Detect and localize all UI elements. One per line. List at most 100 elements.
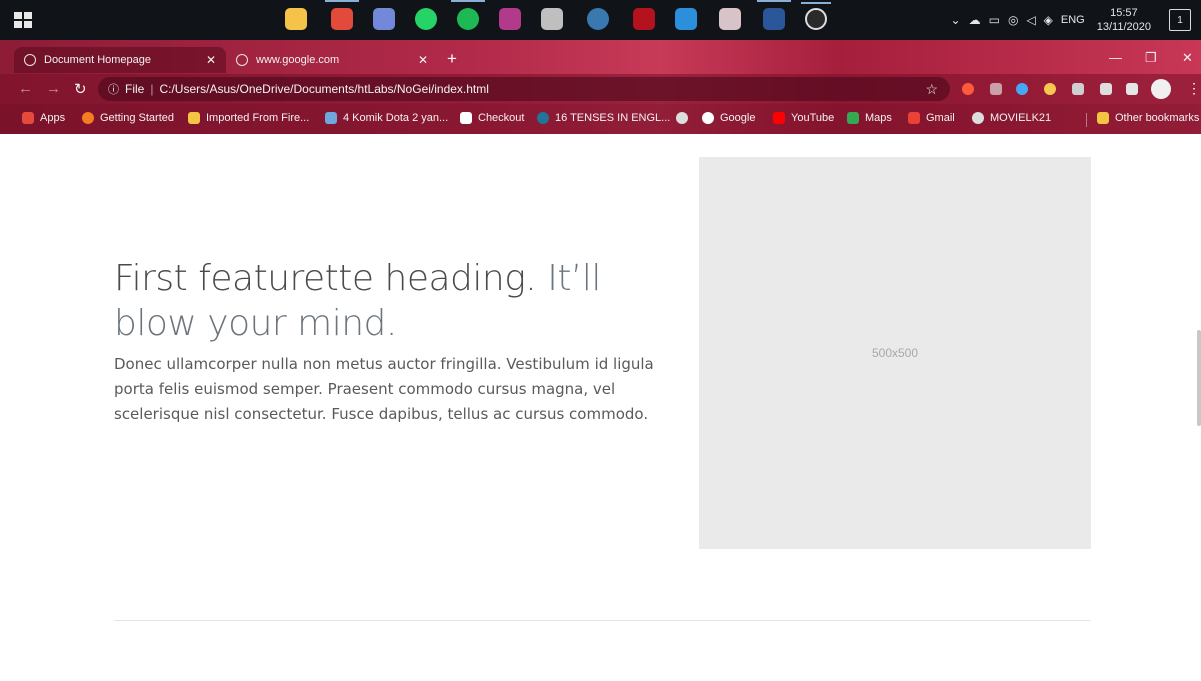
windows-taskbar: ⌄ ☁ ▭ ◎ ◁ ◈ ENG 15:57 13/11/2020 1 <box>0 0 1201 40</box>
page-content: First featurette heading. It’ll blow you… <box>0 134 1201 681</box>
tab-google[interactable]: www.google.com ✕ <box>226 47 438 73</box>
battery-icon[interactable]: ▭ <box>989 13 1000 27</box>
bookmark-globe[interactable] <box>676 112 694 124</box>
info-icon[interactable]: ⓘ <box>108 81 119 97</box>
notification-center-icon[interactable]: 1 <box>1169 9 1191 31</box>
anime-app-icon[interactable] <box>719 8 741 30</box>
address-bar[interactable]: ⓘ File | C:/Users/Asus/OneDrive/Document… <box>98 77 950 101</box>
firefox-icon <box>82 112 94 124</box>
featurette-heading-main: First featurette heading. <box>114 258 537 299</box>
obs-icon[interactable] <box>801 2 831 30</box>
globe-icon <box>676 112 688 124</box>
windows-start-icon[interactable] <box>14 12 32 28</box>
bookmark-label: Maps <box>865 112 892 124</box>
network-icon[interactable]: ◎ <box>1008 13 1018 27</box>
bookmark-imported-from-firefox[interactable]: Imported From Fire... <box>188 112 309 124</box>
bookmark-checkout[interactable]: Checkout <box>460 112 524 124</box>
bookmark-youtube[interactable]: YouTube <box>773 112 834 124</box>
bookmark-label: Imported From Fire... <box>206 112 310 124</box>
tab-document-homepage[interactable]: Document Homepage ✕ <box>14 47 226 73</box>
bookmark-komik-dota[interactable]: 4 Komik Dota 2 yan... <box>325 112 448 124</box>
window-close-icon[interactable]: ✕ <box>1182 50 1193 66</box>
notification-count: 1 <box>1177 14 1183 26</box>
spotify-icon[interactable] <box>451 0 485 30</box>
bookmark-getting-started[interactable]: Getting Started <box>82 112 174 124</box>
clock-date: 13/11/2020 <box>1096 21 1151 33</box>
word-icon[interactable] <box>757 0 791 30</box>
apps-grid-icon <box>22 112 34 124</box>
globe-icon <box>24 54 36 66</box>
steam-icon[interactable] <box>587 8 609 30</box>
bookmark-16-tenses[interactable]: 16 TENSES IN ENGL... <box>537 112 670 124</box>
extension-icon[interactable] <box>962 83 974 95</box>
featurette-image-placeholder: 500x500 <box>699 157 1091 549</box>
discord-icon[interactable] <box>373 8 395 30</box>
page-icon <box>325 112 337 124</box>
maps-icon <box>847 112 859 124</box>
browser-toolbar: ← → ↻ ⓘ File | C:/Users/Asus/OneDrive/Do… <box>0 74 1201 104</box>
vscode-icon[interactable] <box>675 8 697 30</box>
cloud-icon[interactable]: ☁ <box>969 13 981 27</box>
bookmark-google[interactable]: Google <box>702 112 755 124</box>
clock-time: 15:57 <box>1110 7 1138 19</box>
tab-title: Document Homepage <box>44 54 152 66</box>
chrome-icon[interactable] <box>325 0 359 30</box>
bookmark-movielk21[interactable]: MOVIELK21 <box>972 112 1051 124</box>
google-icon <box>702 112 714 124</box>
dota-icon[interactable] <box>633 8 655 30</box>
bookmark-maps[interactable]: Maps <box>847 112 892 124</box>
featurette-divider <box>114 620 1091 621</box>
url-text: C:/Users/Asus/OneDrive/Documents/htLabs/… <box>159 82 489 96</box>
whatsapp-icon[interactable] <box>415 8 437 30</box>
new-tab-button[interactable]: + <box>447 49 457 69</box>
folder-icon <box>188 112 200 124</box>
bookmark-label: 4 Komik Dota 2 yan... <box>343 112 449 124</box>
ggo-icon <box>460 112 472 124</box>
reload-icon[interactable]: ↻ <box>74 80 87 98</box>
bookmark-label: MOVIELK21 <box>990 112 1052 124</box>
bookmark-label: Getting Started <box>100 112 174 124</box>
bookmarks-bar: Apps Getting Started Imported From Fire.… <box>0 104 1201 134</box>
bookmark-star-icon[interactable]: ☆ <box>925 81 938 98</box>
file-explorer-icon[interactable] <box>285 8 307 30</box>
profile-avatar-icon[interactable] <box>1151 79 1171 99</box>
winrar-icon[interactable] <box>499 8 521 30</box>
youtube-icon <box>773 112 785 124</box>
minimize-icon[interactable]: — <box>1109 50 1122 65</box>
forward-arrow-icon[interactable]: → <box>46 80 61 97</box>
dropbox-icon[interactable]: ◈ <box>1044 13 1053 27</box>
restore-icon[interactable]: ❐ <box>1145 50 1157 66</box>
extension-icon[interactable] <box>990 83 1002 95</box>
clock[interactable]: 15:57 13/11/2020 <box>1097 6 1151 34</box>
placeholder-size-label: 500x500 <box>871 346 919 360</box>
volume-icon[interactable]: ◁ <box>1026 13 1035 27</box>
extension-icon[interactable] <box>1100 83 1112 95</box>
extension-icon[interactable] <box>1016 83 1028 95</box>
divider <box>1086 113 1087 127</box>
paint-icon[interactable] <box>541 8 563 30</box>
scrollbar[interactable] <box>1197 134 1201 681</box>
scheme-label: File <box>125 82 145 96</box>
chrome-window: Document Homepage ✕ www.google.com ✕ + —… <box>0 40 1201 134</box>
folder-icon <box>1097 112 1109 124</box>
bookmark-apps[interactable]: Apps <box>22 112 65 124</box>
divider: | <box>150 82 154 96</box>
tab-title: www.google.com <box>256 54 340 66</box>
close-icon[interactable]: ✕ <box>206 53 216 67</box>
bookmark-label: Other bookmarks <box>1115 112 1200 124</box>
extension-icon[interactable] <box>1072 83 1084 95</box>
globe-icon <box>972 112 984 124</box>
extensions-puzzle-icon[interactable] <box>1126 83 1138 95</box>
chevron-up-icon[interactable]: ⌄ <box>951 13 961 27</box>
bookmark-label: Apps <box>40 112 66 124</box>
bookmark-label: Gmail <box>926 112 955 124</box>
bookmark-label: YouTube <box>791 112 835 124</box>
bookmark-other-bookmarks[interactable]: Other bookmarks <box>1097 112 1199 124</box>
menu-kebab-icon[interactable]: ⋮ <box>1187 80 1201 97</box>
back-arrow-icon[interactable]: ← <box>18 80 33 97</box>
language-indicator[interactable]: ENG <box>1061 14 1085 26</box>
close-icon[interactable]: ✕ <box>418 53 428 67</box>
scrollbar-thumb[interactable] <box>1197 330 1201 426</box>
bookmark-gmail[interactable]: Gmail <box>908 112 955 124</box>
extension-icon[interactable] <box>1044 83 1056 95</box>
